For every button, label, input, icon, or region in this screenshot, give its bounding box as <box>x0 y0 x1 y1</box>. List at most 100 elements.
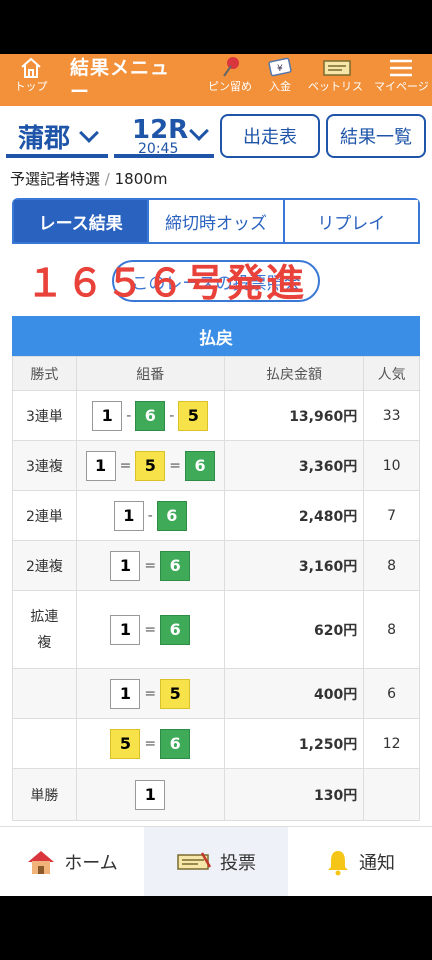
header-amount: 払戻金額 <box>223 356 365 391</box>
overlay-caption: １６５６号発進 <box>26 261 307 305</box>
race-select[interactable]: 12R 20:45 <box>114 116 214 158</box>
payout-amount: 3,360円 <box>223 440 365 491</box>
popularity: 8 <box>363 540 420 591</box>
menu-icon <box>390 59 412 77</box>
boat-number: 6 <box>135 400 166 431</box>
pin-icon <box>223 57 239 77</box>
nav-pin-label: ピン留めレース <box>208 80 254 93</box>
bottom-notify-button[interactable]: 通知 <box>288 827 432 896</box>
combination: 1 = 5 = 6 <box>75 440 225 491</box>
ticket-icon <box>323 60 351 76</box>
bottom-home-button[interactable]: ホーム <box>0 827 144 896</box>
combination: 1 <box>75 768 225 821</box>
nav-home-button[interactable]: トップ <box>14 56 48 104</box>
popularity: 12 <box>363 718 420 769</box>
combo-group: 5 = 6 <box>77 728 224 759</box>
popularity: 33 <box>363 390 420 441</box>
boat-number: 5 <box>160 678 191 709</box>
popularity: 6 <box>363 668 420 719</box>
combination: 1-6-5 <box>75 390 225 441</box>
race-name: 予選記者特選 <box>10 170 101 188</box>
bet-type: 3連複 <box>12 440 77 491</box>
bet-type: 3連単 <box>12 390 77 441</box>
combo-operator: - <box>147 507 153 524</box>
app-view: トップ 結果メニュー ピン留めレース ¥ 入金 ベットリスト マイページ 蒲郡 … <box>0 54 432 896</box>
bottom-vote-button[interactable]: 投票 <box>144 827 288 896</box>
table-row: 2連複 1 = 6 3,160円 8 <box>12 540 420 591</box>
race-distance: 1800m <box>114 170 168 188</box>
tab-closing-odds[interactable]: 締切時オッズ <box>149 200 285 242</box>
race-info-separator: / <box>104 170 110 188</box>
combo-operator: = <box>119 457 132 474</box>
boat-number: 1 <box>110 614 141 645</box>
payout-amount: 130円 <box>223 768 365 821</box>
combination: 1-6 <box>75 490 225 541</box>
home-icon <box>21 57 41 78</box>
boat-number: 5 <box>110 728 141 759</box>
yen-card-icon: ¥ <box>268 57 292 77</box>
page-title: 結果メニュー <box>70 57 171 103</box>
combination: 1 = 6 <box>75 590 225 669</box>
bet-type <box>12 718 77 769</box>
boat-number: 1 <box>135 779 166 810</box>
bottom-tab-bar: ホーム 投票 通知 <box>0 826 432 896</box>
payout-header-row: 勝式 組番 払戻金額 人気 <box>12 356 420 391</box>
boat-number: 6 <box>185 450 216 481</box>
tab-replay[interactable]: リプレイ <box>284 200 418 242</box>
table-row: 単勝 1 130円 <box>12 768 420 821</box>
payout-amount: 400円 <box>223 668 365 719</box>
combo-group: 1 = 6 <box>77 550 224 581</box>
nav-deposit-button[interactable]: ¥ 入金 <box>262 56 298 104</box>
tab-race-result[interactable]: レース結果 <box>14 200 150 242</box>
popularity <box>363 768 420 821</box>
bottom-notify-label: 通知 <box>359 852 395 874</box>
bet-type: 単勝 <box>12 768 77 821</box>
nav-mypage-label: マイページ <box>374 80 428 93</box>
payout-title: 払戻 <box>12 316 420 356</box>
nav-betlist-label: ベットリスト <box>308 80 366 93</box>
chevron-down-icon <box>79 123 99 143</box>
bottom-home-label: ホーム <box>64 852 118 874</box>
table-row: 5 = 6 1,250円 12 <box>12 718 420 769</box>
combination: 5 = 6 <box>75 718 225 769</box>
house-icon <box>28 850 55 874</box>
combo-group: 1-6-5 <box>77 400 224 431</box>
payout-amount: 1,250円 <box>223 718 365 769</box>
payout-amount: 3,160円 <box>223 540 365 591</box>
header-type: 勝式 <box>12 356 77 391</box>
boat-number: 5 <box>178 400 209 431</box>
nav-betlist-button[interactable]: ベットリスト <box>308 56 366 104</box>
boat-number: 5 <box>135 450 166 481</box>
table-row: 3連単 1-6-5 13,960円 33 <box>12 390 420 441</box>
bet-type: 2連複 <box>12 540 77 591</box>
popularity: 10 <box>363 440 420 491</box>
table-row: 拡連複 1 = 6 620円 8 <box>12 590 420 669</box>
payout-amount: 13,960円 <box>223 390 365 441</box>
nav-deposit-label: 入金 <box>269 80 291 93</box>
entries-button[interactable]: 出走表 <box>220 114 320 158</box>
payout-amount: 2,480円 <box>223 490 365 541</box>
combo-operator: = <box>144 557 157 574</box>
boat-number: 1 <box>92 400 123 431</box>
combo-operator: = <box>144 621 157 638</box>
combo-operator: = <box>144 685 157 702</box>
combo-group: 1 = 5 <box>77 678 224 709</box>
popularity: 8 <box>363 590 420 669</box>
boat-number: 1 <box>85 450 116 481</box>
results-list-button[interactable]: 結果一覧 <box>326 114 426 158</box>
nav-mypage-button[interactable]: マイページ <box>374 56 428 104</box>
combination: 1 = 5 <box>75 668 225 719</box>
header-popularity: 人気 <box>363 356 420 391</box>
result-tabs: レース結果 締切時オッズ リプレイ <box>12 198 420 244</box>
top-nav: トップ 結果メニュー ピン留めレース ¥ 入金 ベットリスト マイページ <box>0 54 432 106</box>
bet-type: 拡連複 <box>12 590 77 669</box>
nav-pin-button[interactable]: ピン留めレース <box>208 56 254 104</box>
bell-icon <box>328 850 348 875</box>
venue-select[interactable]: 蒲郡 <box>6 116 108 158</box>
combo-operator: = <box>169 457 182 474</box>
popularity: 7 <box>363 490 420 541</box>
race-time: 20:45 <box>138 141 179 157</box>
boat-number: 6 <box>156 500 187 531</box>
table-row: 2連単 1-6 2,480円 7 <box>12 490 420 541</box>
combo-group: 1 = 6 <box>77 614 224 645</box>
